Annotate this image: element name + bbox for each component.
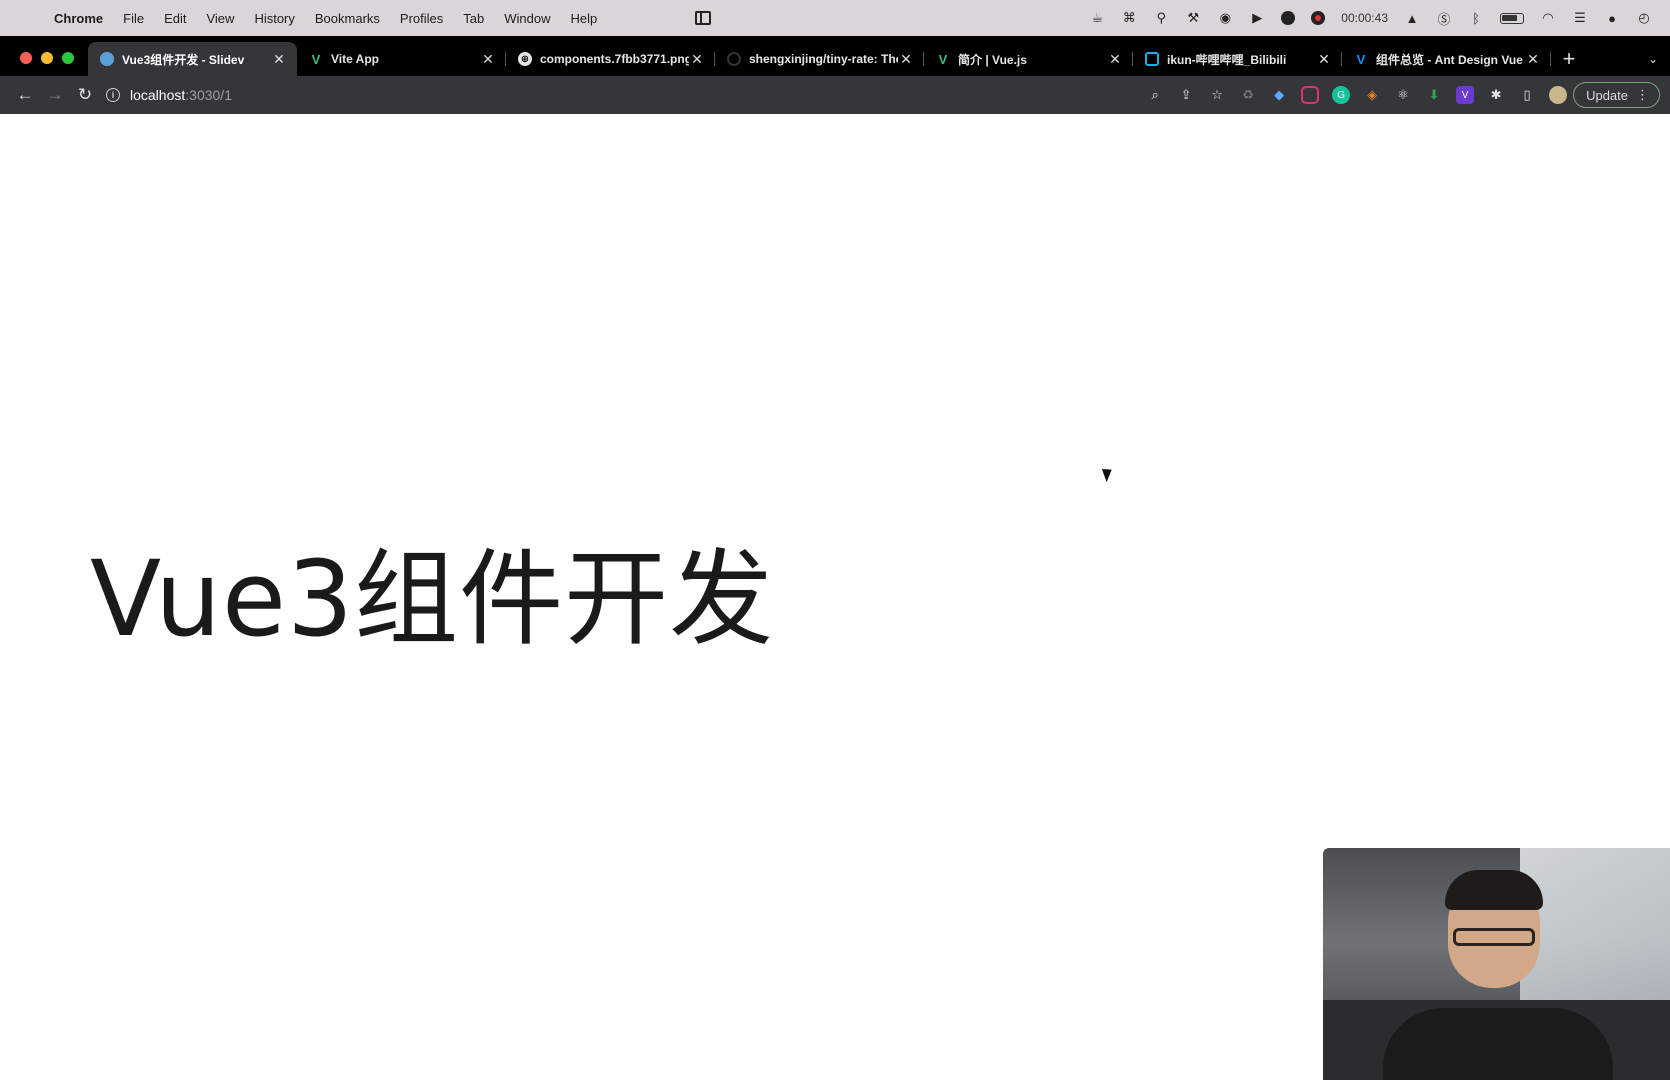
vue-devtools-icon[interactable]: V [1456,86,1475,104]
globe-icon: ⊕ [518,52,532,66]
menu-help[interactable]: Help [571,11,598,26]
minimize-window-button[interactable] [41,52,53,64]
screen: Chrome File Edit View History Bookmarks … [0,0,1670,1080]
presenter-glasses [1453,928,1535,946]
address-bar[interactable]: i localhost:3030/1 [106,80,1106,110]
tab-title: Vue3组件开发 - Slidev [122,52,245,67]
slide-title: Vue3组件开发 [90,538,775,660]
close-icon[interactable]: ✕ [1525,51,1541,68]
battery-icon[interactable] [1500,12,1524,24]
globe-icon [100,52,114,66]
extensions-area: ⌕ ⇪ ☆ ♻ ◆ G ◈ ⚛ ⬇ V ✱ ▯ [1146,86,1568,104]
zoom-window-button[interactable] [62,52,74,64]
clock-icon[interactable]: ◴ [1636,10,1652,26]
wifi-icon[interactable]: ◠ [1540,10,1556,26]
s-app-icon[interactable]: Ⓢ [1436,10,1452,27]
update-label: Update [1586,87,1628,103]
stick-figure-icon[interactable]: ⚲ [1153,10,1169,26]
webcam-overlay [1323,848,1670,1080]
side-panel-icon[interactable]: ▯ [1518,86,1536,104]
menu-profiles[interactable]: Profiles [400,11,443,26]
hammer-icon[interactable]: ⚒ [1185,10,1201,26]
macos-menubar: Chrome File Edit View History Bookmarks … [0,0,1670,36]
window-controls [0,52,88,76]
tab-strip: Vue3组件开发 - Slidev ✕ V Vite App ✕ ⊕ compo… [0,36,1670,76]
presenter-hair [1445,870,1543,910]
tab-title: ikun-哔哩哔哩_Bilibili [1167,52,1287,67]
instagram-extension-icon[interactable] [1301,86,1320,104]
menu-app-name[interactable]: Chrome [54,11,103,26]
menu-history[interactable]: History [254,11,294,26]
puzzle-extensions-icon[interactable]: ✱ [1487,86,1505,104]
zoom-icon[interactable]: ⌕ [1146,86,1164,104]
vue-icon: V [938,51,948,67]
recording-timer: 00:00:43 [1341,11,1388,25]
bookmark-star-icon[interactable]: ☆ [1208,86,1226,104]
mouse-cursor-icon [1101,465,1116,483]
menu-window[interactable]: Window [504,11,550,26]
back-button[interactable]: ← [10,80,40,110]
coffee-icon[interactable]: ☕ [1089,10,1105,26]
close-icon[interactable]: ✕ [271,51,287,68]
browser-toolbar: ← → ↻ i localhost:3030/1 ⌕ ⇪ ☆ ♻ ◆ G ◈ ⚛… [0,76,1670,114]
address-path: :3030/1 [185,87,232,103]
share-icon[interactable]: ⇪ [1177,86,1195,104]
command-icon[interactable]: ⌘ [1121,10,1137,26]
tab-title: shengxinjing/tiny-rate: The [749,52,898,66]
control-center-icon[interactable]: ☰ [1572,10,1588,26]
tab-title: 组件总览 - Ant Design Vue [1376,52,1523,67]
close-window-button[interactable] [20,52,32,64]
bilibili-icon [1145,52,1159,66]
menu-bookmarks[interactable]: Bookmarks [315,11,380,26]
react-devtools-icon[interactable]: ⚛ [1394,86,1412,104]
menu-view[interactable]: View [206,11,234,26]
cat-icon[interactable]: ▲ [1404,10,1420,26]
tab-components-png[interactable]: ⊕ components.7fbb3771.png ✕ [506,42,715,76]
pause-icon[interactable] [1281,11,1296,25]
tab-bilibili[interactable]: ikun-哔哩哔哩_Bilibili ✕ [1133,42,1342,76]
forward-button[interactable]: → [40,80,70,110]
site-info-icon[interactable]: i [106,88,120,102]
github-icon [727,52,741,66]
tab-slidev[interactable]: Vue3组件开发 - Slidev ✕ [88,42,297,76]
car-window [1520,848,1670,1008]
new-tab-button[interactable]: + [1551,42,1587,76]
menu-edit[interactable]: Edit [164,11,186,26]
address-host: localhost [130,87,186,103]
play-icon[interactable]: ▶ [1249,10,1265,26]
profile-avatar-icon[interactable] [1549,86,1568,104]
close-icon[interactable]: ✕ [898,51,914,68]
siri-icon[interactable]: ● [1604,10,1620,26]
menu-tab[interactable]: Tab [463,11,484,26]
update-button[interactable]: Update ⋮ [1573,82,1660,108]
record-icon[interactable] [1311,11,1326,25]
tab-github-tiny-rate[interactable]: shengxinjing/tiny-rate: The ✕ [715,42,924,76]
reload-button[interactable]: ↻ [70,80,100,110]
status-area: ☕ ⌘ ⚲ ⚒ ◉ ▶ 00:00:43 ▲ Ⓢ ᛒ ◠ ☰ ● ◴ [1089,10,1652,27]
tab-vuejs[interactable]: V 简介 | Vue.js ✕ [924,42,1133,76]
grammarly-extension-icon[interactable]: G [1332,86,1351,104]
presenter-body [1383,1008,1613,1080]
bluetooth-icon[interactable]: ᛒ [1468,10,1484,26]
recycle-extension-icon[interactable]: ♻ [1239,86,1257,104]
tab-title: Vite App [331,52,380,66]
tab-title: 简介 | Vue.js [958,52,1027,67]
close-icon[interactable]: ✕ [480,51,496,68]
vue-icon: V [311,51,321,67]
menu-file[interactable]: File [123,11,144,26]
more-menu-icon[interactable]: ⋮ [1636,87,1649,103]
close-icon[interactable]: ✕ [689,51,705,68]
ant-icon: V [1356,51,1366,67]
tab-search-button[interactable]: ⌄ [1636,42,1670,76]
tab-title: components.7fbb3771.png [540,52,689,66]
fox-extension-icon[interactable]: ◈ [1363,86,1381,104]
tab-ant-design-vue[interactable]: V 组件总览 - Ant Design Vue ✕ [1342,42,1551,76]
sidebar-toggle-icon[interactable] [695,11,712,25]
gem-extension-icon[interactable]: ◆ [1270,86,1288,104]
close-icon[interactable]: ✕ [1107,51,1123,68]
close-icon[interactable]: ✕ [1316,51,1332,68]
download-extension-icon[interactable]: ⬇ [1425,86,1443,104]
bear-icon[interactable]: ◉ [1217,10,1233,26]
tab-vite-app[interactable]: V Vite App ✕ [297,42,506,76]
